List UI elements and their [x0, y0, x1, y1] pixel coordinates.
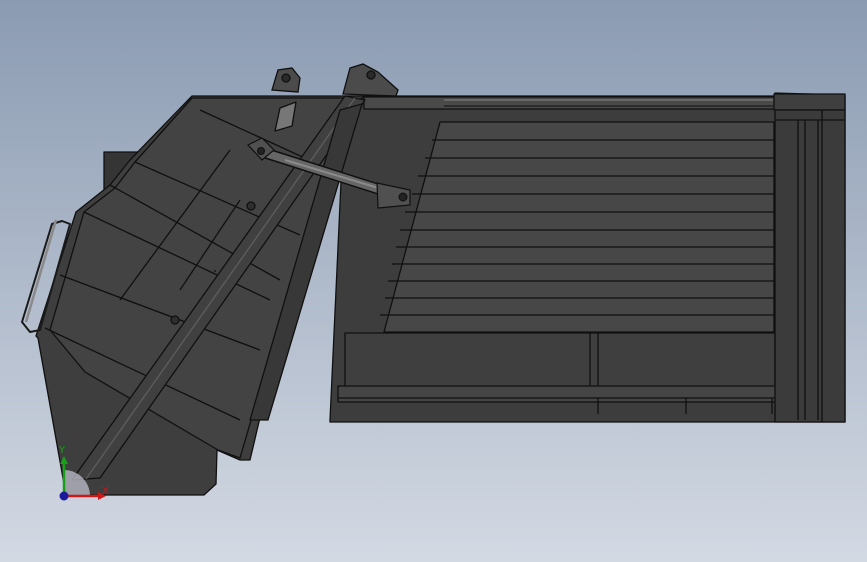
y-axis-label: Y	[58, 445, 66, 456]
right-end-frame	[774, 109, 846, 423]
top-rail	[363, 96, 845, 110]
x-axis-label: X	[102, 486, 109, 497]
cad-viewport[interactable]: X Y	[0, 0, 867, 562]
z-axis-dot	[59, 491, 69, 501]
lower-frame	[337, 332, 779, 414]
ribbed-wall-panel	[380, 121, 775, 333]
pivot-hole-lower	[170, 315, 180, 325]
compactor-body[interactable]	[329, 92, 846, 423]
top-cap-right	[773, 93, 846, 111]
pivot-hole-upper	[246, 201, 256, 211]
